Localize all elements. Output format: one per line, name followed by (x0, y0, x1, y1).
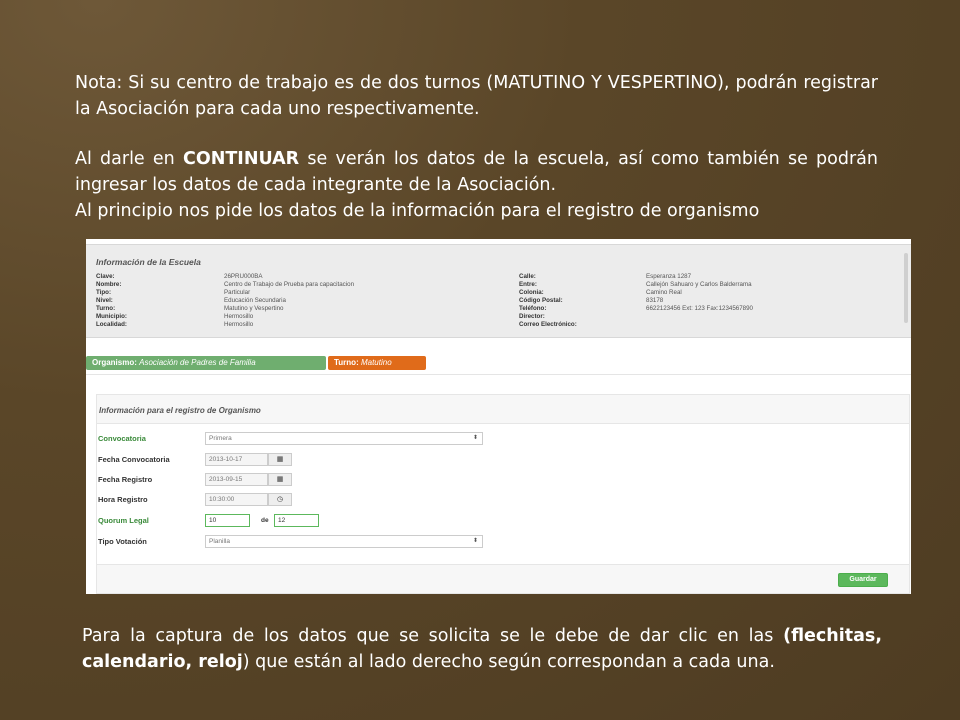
tipo-votacion-select[interactable]: Planilla ⬍ (205, 535, 483, 548)
instructions-text-1: Para la captura de los datos que se soli… (82, 626, 784, 646)
quorum-legal-input[interactable]: 10 (205, 514, 250, 527)
school-left-values: 26PRU000BA Centro de Trabajo de Prueba pa… (224, 273, 454, 329)
tipo-votacion-label: Tipo Votación (98, 537, 147, 546)
school-value: Localidad: (96, 321, 127, 328)
screenshot-panel: Información de la Escuela Clave: Nombre: T… (86, 239, 911, 594)
school-value: Municipio: (96, 313, 127, 320)
organismo-badge-label: Organismo: (92, 358, 137, 367)
school-value: Hermosillo (224, 321, 254, 328)
tipo-votacion-value: Planilla (209, 538, 230, 545)
scrollbar[interactable] (904, 253, 908, 323)
school-value: Turno: (96, 305, 116, 312)
convocatoria-label: Convocatoria (98, 434, 146, 443)
school-info-title: Información de la Escuela (96, 257, 201, 267)
organismo-badge-value: Asociación de Padres de Familia (139, 358, 256, 367)
calendar-icon[interactable]: ▦ (268, 473, 292, 486)
school-value: Clave: (96, 273, 115, 280)
divider (86, 374, 911, 375)
school-value: Colonia: (519, 289, 544, 296)
continue-text-3: Al principio nos pide los datos de la in… (75, 201, 760, 221)
school-value: Código Postal: (519, 297, 563, 304)
school-value: Camino Real (646, 289, 682, 296)
school-value: Centro de Trabajo de Prueba para capacit… (224, 281, 355, 288)
fecha-convocatoria-input[interactable]: 2013-10-17 (205, 453, 268, 466)
registro-panel-header: Información para el registro de Organism… (97, 395, 909, 424)
school-value: Calle: (519, 273, 536, 280)
clock-icon[interactable]: ◷ (268, 493, 292, 506)
school-value: Tipo: (96, 289, 112, 296)
quorum-de-label: de (261, 517, 269, 524)
school-value (646, 321, 876, 329)
fecha-convocatoria-label: Fecha Convocatoria (98, 455, 170, 464)
instructions-text-2: ) que están al lado derecho según corres… (242, 652, 775, 672)
save-button[interactable]: Guardar (838, 573, 888, 587)
instructions-paragraph: Para la captura de los datos que se soli… (82, 623, 882, 675)
registro-panel-title: Información para el registro de Organism… (99, 406, 261, 415)
calendar-icon[interactable]: ▦ (268, 453, 292, 466)
quorum-total-input[interactable]: 12 (274, 514, 319, 527)
continue-bold: CONTINUAR (183, 149, 300, 169)
school-left-labels: Clave: Nombre: Tipo: Nivel: Turno: Municipio:… (96, 273, 216, 329)
school-value: Nombre: (96, 281, 122, 288)
convocatoria-value: Primera (209, 435, 232, 442)
fecha-registro-label: Fecha Registro (98, 475, 153, 484)
school-info-panel: Información de la Escuela Clave: Nombre: T… (86, 244, 911, 338)
convocatoria-select[interactable]: Primera ⬍ (205, 432, 483, 445)
note-text: Nota: Si su centro de trabajo es de dos … (75, 73, 878, 119)
school-value: Matutino y Vespertino (224, 305, 284, 312)
school-value: 26PRU000BA (224, 273, 263, 280)
turno-badge-value: Matutino (360, 358, 392, 367)
updown-arrows-icon[interactable]: ⬍ (473, 536, 478, 547)
school-value: Particular (224, 289, 251, 296)
school-value: Teléfono: (519, 305, 547, 312)
school-value (646, 313, 876, 321)
school-value: Correo Electrónico: (519, 321, 577, 328)
hora-registro-input[interactable]: 10:30:00 (205, 493, 268, 506)
continue-text-1: Al darle en (75, 149, 183, 169)
school-value: Nivel: (96, 297, 113, 304)
turno-badge: Turno: Matutino (328, 356, 426, 370)
school-value: Entre: (519, 281, 537, 288)
school-value: 6622123456 Ext: 123 Fax:1234567890 (646, 305, 753, 312)
hora-registro-label: Hora Registro (98, 495, 148, 504)
organismo-badge: Organismo: Asociación de Padres de Famil… (86, 356, 326, 370)
registro-organismo-panel: Información para el registro de Organism… (96, 394, 910, 594)
school-value: 83178 (646, 297, 664, 304)
note-paragraph: Nota: Si su centro de trabajo es de dos … (75, 70, 878, 122)
turno-badge-label: Turno: (334, 358, 359, 367)
school-value: Educación Secundaria (224, 297, 286, 304)
panel-footer (97, 565, 909, 593)
school-right-labels: Calle: Entre: Colonia: Código Postal: Teléfo… (519, 273, 639, 329)
updown-arrows-icon[interactable]: ⬍ (473, 433, 478, 444)
quorum-legal-label: Quorum Legal (98, 516, 149, 525)
school-value: Esperanza 1287 (646, 273, 692, 280)
school-value: Hermosillo (224, 313, 254, 320)
school-value: Callejón Sahuaro y Carlos Balderrama (646, 281, 752, 288)
school-right-values: Esperanza 1287 Callejón Sahuaro y Carlos … (646, 273, 876, 329)
fecha-registro-input[interactable]: 2013-09-15 (205, 473, 268, 486)
school-value: Director: (519, 313, 545, 320)
continue-paragraph: Al darle en CONTINUAR se verán los datos… (75, 146, 878, 224)
